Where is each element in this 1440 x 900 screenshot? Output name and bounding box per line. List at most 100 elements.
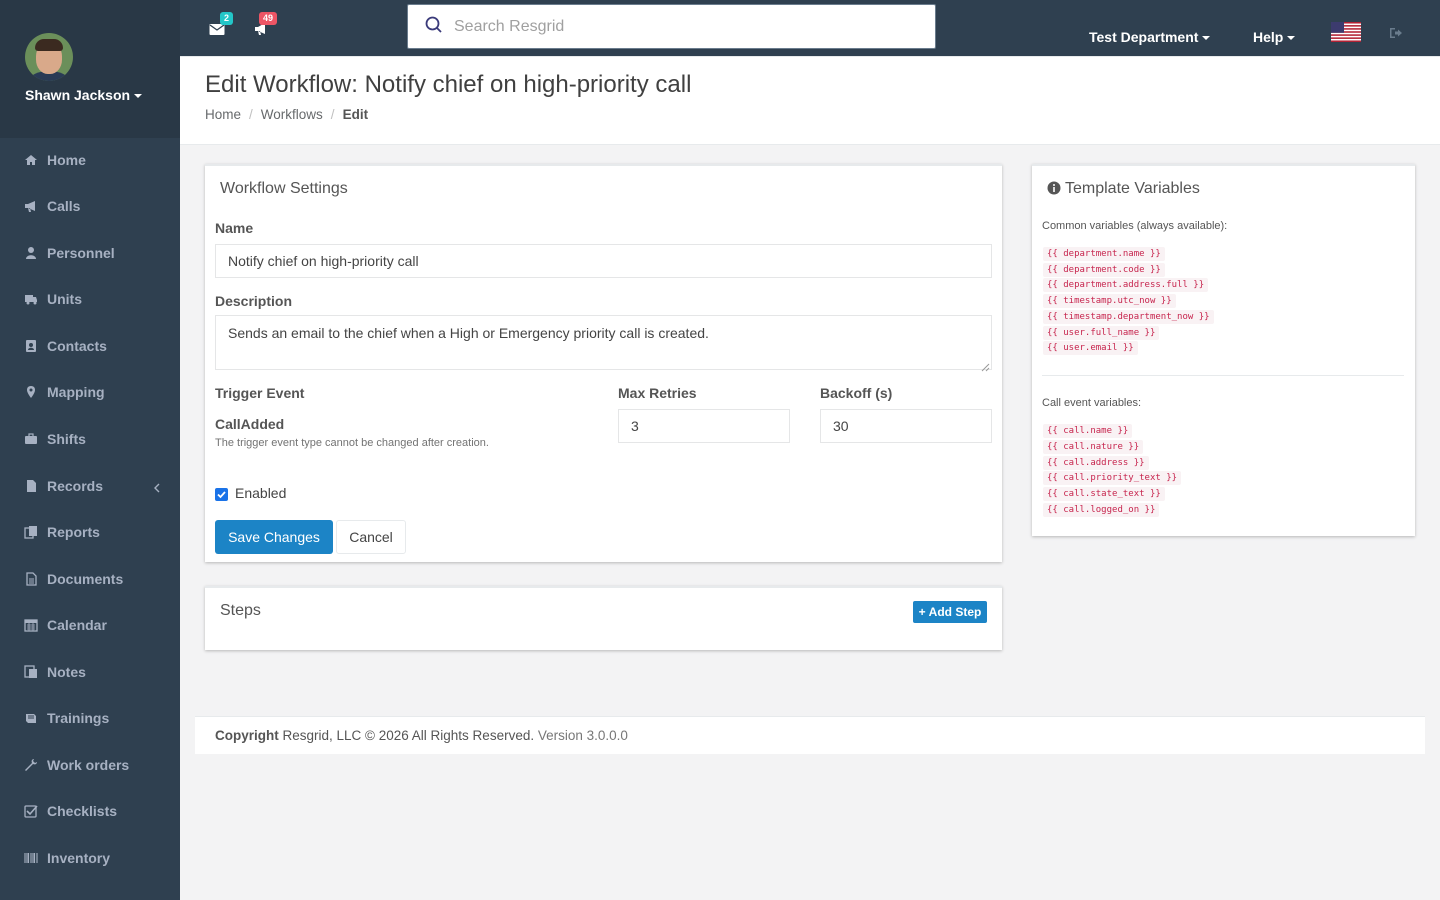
enabled-label: Enabled	[235, 485, 287, 501]
department-label: Test Department	[1089, 29, 1199, 45]
messages-badge: 2	[220, 12, 234, 25]
department-menu[interactable]: Test Department	[1089, 29, 1211, 45]
sidebar-item-units[interactable]: Units	[0, 279, 180, 319]
search-icon	[425, 16, 443, 34]
top-navbar: 2 49 Test Department Help	[180, 0, 1440, 56]
barcode-icon	[24, 851, 38, 865]
name-field[interactable]: Notify chief on high-priority call	[215, 244, 992, 278]
map-marker-icon	[24, 385, 38, 399]
sign-out-icon[interactable]	[1389, 26, 1403, 38]
caret-down-icon	[1202, 36, 1211, 41]
user-menu[interactable]: Shawn Jackson	[25, 87, 143, 103]
sidebar-item-records[interactable]: Records	[0, 466, 180, 506]
template-variables-title: Template Variables	[1065, 180, 1200, 197]
variable-code: {{ call.nature }}	[1043, 440, 1144, 454]
copy-icon	[24, 525, 38, 539]
sidebar-item-label: Home	[47, 152, 86, 168]
search-input[interactable]	[454, 15, 914, 39]
sidebar-item-label: Shifts	[47, 431, 86, 447]
help-label: Help	[1253, 29, 1284, 45]
max-retries-label: Max Retries	[618, 385, 697, 401]
sidebar-item-label: Reports	[47, 524, 100, 540]
save-button[interactable]: Save Changes	[215, 520, 333, 554]
variable-code: {{ department.address.full }}	[1043, 278, 1209, 292]
backoff-field[interactable]: 30	[820, 409, 992, 443]
info-circle-icon	[1047, 181, 1061, 200]
description-label: Description	[215, 293, 293, 309]
checklist-icon	[24, 804, 38, 818]
divider	[1042, 375, 1404, 376]
sidebar-item-shifts[interactable]: Shifts	[0, 419, 180, 459]
sidebar-item-calls[interactable]: Calls	[0, 186, 180, 226]
panel-title: Steps	[220, 602, 261, 619]
truck-icon	[24, 292, 38, 306]
variable-code: {{ call.state_text }}	[1043, 487, 1165, 501]
name-label: Name	[215, 220, 254, 236]
home-icon	[24, 153, 38, 167]
panel-title: Template Variables	[1047, 180, 1200, 200]
footer-text: Copyright Resgrid, LLC © 2026 All Rights…	[215, 728, 628, 743]
cancel-button[interactable]: Cancel	[336, 520, 406, 554]
variable-code: {{ call.logged_on }}	[1043, 503, 1160, 517]
caret-down-icon	[1287, 36, 1296, 41]
sidebar-item-label: Mapping	[47, 384, 105, 400]
breadcrumb-workflows[interactable]: Workflows	[261, 107, 323, 122]
sidebar-item-label: Personnel	[47, 245, 115, 261]
sidebar-item-checklists[interactable]: Checklists	[0, 791, 180, 831]
breadcrumb: Home / Workflows / Edit	[205, 107, 369, 122]
copyright-text: Resgrid, LLC © 2026 All Rights Reserved.	[282, 728, 535, 743]
breadcrumb-home[interactable]: Home	[205, 107, 241, 122]
avatar[interactable]	[25, 33, 73, 81]
sidebar-item-personnel[interactable]: Personnel	[0, 233, 180, 273]
call-variables-caption: Call event variables:	[1042, 397, 1142, 409]
profile-header: Shawn Jackson	[0, 0, 180, 138]
address-book-icon	[24, 339, 38, 353]
user-name: Shawn Jackson	[25, 87, 131, 103]
sidebar-item-notes[interactable]: Notes	[0, 652, 180, 692]
variable-code: {{ timestamp.department_now }}	[1043, 310, 1214, 324]
sidebar-item-calendar[interactable]: Calendar	[0, 605, 180, 645]
sidebar-item-mapping[interactable]: Mapping	[0, 372, 180, 412]
sidebar-item-label: Calendar	[47, 617, 107, 633]
wrench-icon	[24, 758, 38, 772]
enabled-checkbox[interactable]	[215, 488, 228, 501]
template-variables-panel: Template Variables Common variables (alw…	[1032, 164, 1415, 536]
sidebar-item-contacts[interactable]: Contacts	[0, 326, 180, 366]
breadcrumb-edit: Edit	[342, 107, 369, 122]
description-field[interactable]: Sends an email to the chief when a High …	[215, 315, 992, 372]
steps-panel: Steps + Add Step	[205, 586, 1002, 650]
footer: Copyright Resgrid, LLC © 2026 All Rights…	[195, 716, 1425, 754]
us-flag-icon[interactable]	[1331, 22, 1361, 42]
sidebar-item-label: Work orders	[47, 757, 130, 773]
add-step-button[interactable]: + Add Step	[913, 601, 987, 623]
resize-grip-icon[interactable]	[981, 359, 990, 372]
sidebar-item-inventory[interactable]: Inventory	[0, 838, 180, 878]
panel-title: Workflow Settings	[220, 180, 348, 197]
user-icon	[24, 246, 38, 260]
sidebar-item-label: Units	[47, 291, 82, 307]
variable-code: {{ call.priority_text }}	[1043, 471, 1182, 485]
search-box	[407, 4, 936, 49]
page-title: Edit Workflow: Notify chief on high-prio…	[205, 71, 692, 98]
calendar-icon	[24, 618, 38, 632]
sidebar-item-reports[interactable]: Reports	[0, 512, 180, 552]
sidebar-item-home[interactable]: Home	[0, 140, 180, 180]
chevron-left-icon	[154, 480, 160, 493]
notes-icon	[24, 665, 38, 679]
add-step-label: Add Step	[928, 605, 982, 619]
sidebar-item-label: Records	[47, 478, 104, 494]
sidebar-item-work-orders[interactable]: Work orders	[0, 745, 180, 785]
help-menu[interactable]: Help	[1253, 29, 1296, 45]
backoff-label: Backoff (s)	[820, 385, 893, 401]
plus-icon: +	[918, 605, 926, 619]
variable-code: {{ call.name }}	[1043, 424, 1133, 438]
sidebar-item-documents[interactable]: Documents	[0, 559, 180, 599]
sidebar-item-trainings[interactable]: Trainings	[0, 698, 180, 738]
trigger-help-text: The trigger event type cannot be changed…	[215, 437, 489, 449]
variable-code: {{ department.name }}	[1043, 247, 1165, 261]
max-retries-field[interactable]: 3	[618, 409, 790, 443]
variable-code: {{ timestamp.utc_now }}	[1043, 294, 1176, 308]
sidebar-item-label: Notes	[47, 664, 86, 680]
sidebar-item-label: Documents	[47, 571, 124, 587]
file-text-icon	[24, 572, 38, 586]
